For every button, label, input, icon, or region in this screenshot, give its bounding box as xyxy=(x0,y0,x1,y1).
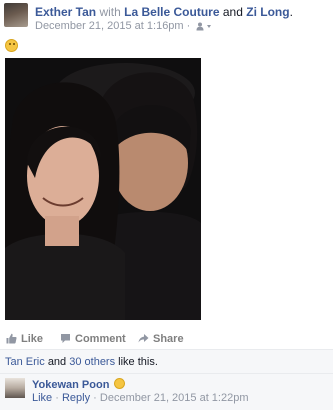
like-label: Like xyxy=(21,333,44,345)
post-timestamp[interactable]: December 21, 2015 at 1:16pm xyxy=(35,20,184,32)
like-button[interactable]: Like xyxy=(6,330,43,348)
likes-summary: Tan Eric and 30 others like this. xyxy=(0,349,333,374)
smiley-emoji xyxy=(114,378,126,389)
comment-timestamp[interactable]: December 21, 2015 at 1:22pm xyxy=(100,392,249,404)
comment-reply-link[interactable]: Reply xyxy=(62,392,90,404)
commenter-avatar[interactable] xyxy=(5,378,25,398)
photo-image xyxy=(5,58,201,320)
comment-meta-separator-2: · xyxy=(93,392,97,404)
share-arrow-icon xyxy=(138,334,149,343)
thumbs-up-icon xyxy=(6,333,17,344)
comment-meta-separator: · xyxy=(55,392,59,404)
comment-label: Comment xyxy=(75,333,126,345)
friends-icon[interactable] xyxy=(196,21,212,35)
with-text: with xyxy=(99,5,121,19)
post-meta: December 21, 2015 at 1:16pm · xyxy=(35,19,212,35)
tagged-person-link[interactable]: Zi Long xyxy=(246,5,289,19)
comment-button[interactable]: Comment xyxy=(60,330,126,348)
comment-body: Yokewan Poon xyxy=(32,378,126,392)
feed-post: Exther Tan with La Belle Couture and Zi … xyxy=(0,0,333,410)
post-photo[interactable] xyxy=(5,58,201,320)
and-text: and xyxy=(222,5,243,19)
liker-name-link[interactable]: Tan Eric xyxy=(5,356,45,368)
smiley-emoji xyxy=(5,39,18,52)
share-label: Share xyxy=(153,333,184,345)
author-name-link[interactable]: Exther Tan xyxy=(35,5,96,19)
share-button[interactable]: Share xyxy=(138,330,184,348)
likes-suffix-text: like this. xyxy=(118,356,158,368)
likes-and-text: and xyxy=(47,356,67,368)
tagged-page-link[interactable]: La Belle Couture xyxy=(124,5,219,19)
author-avatar[interactable] xyxy=(4,3,28,27)
comment-meta: Like · Reply · December 21, 2015 at 1:22… xyxy=(32,392,249,405)
post-actions: Like Comment Share xyxy=(0,330,333,348)
speech-bubble-icon xyxy=(61,334,70,343)
commenter-name-link[interactable]: Yokewan Poon xyxy=(32,379,109,391)
likes-others-link[interactable]: 30 others xyxy=(69,356,115,368)
comment-like-link[interactable]: Like xyxy=(32,392,52,404)
header-period: . xyxy=(289,5,293,19)
post-header: Exther Tan with La Belle Couture and Zi … xyxy=(35,4,331,20)
comment-item: Yokewan Poon Like · Reply · December 21,… xyxy=(0,373,333,410)
meta-separator: · xyxy=(186,20,191,32)
